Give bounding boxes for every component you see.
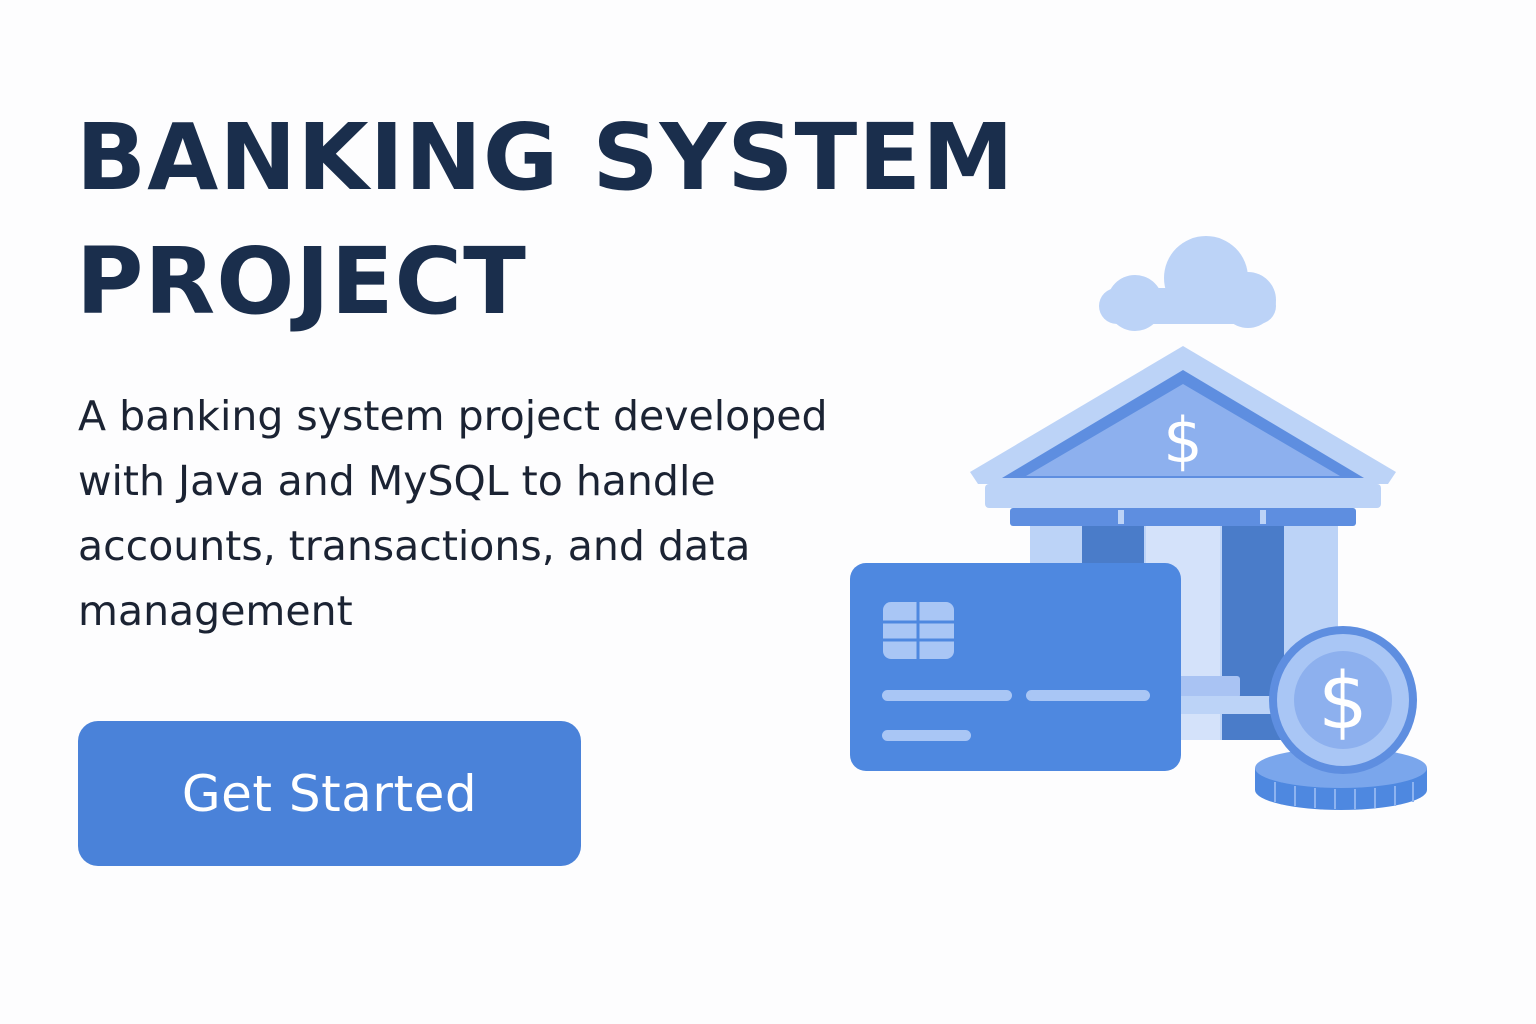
- hero-section: BANKING SYSTEM PROJECT A banking system …: [0, 0, 1536, 1024]
- credit-card-icon: [850, 563, 1181, 771]
- coin-dollar-icon: $: [1318, 657, 1368, 747]
- coin-icon: $: [1269, 626, 1417, 774]
- project-description: A banking system project developed with …: [78, 392, 828, 635]
- title-line-1: BANKING SYSTEM: [76, 104, 1015, 211]
- get-started-button[interactable]: Get Started: [78, 721, 581, 866]
- roof-dollar-icon: $: [1163, 404, 1202, 477]
- card-chip-icon: [883, 602, 954, 659]
- banking-illustration: $ $: [850, 236, 1427, 810]
- cloud-icon: [1099, 236, 1276, 331]
